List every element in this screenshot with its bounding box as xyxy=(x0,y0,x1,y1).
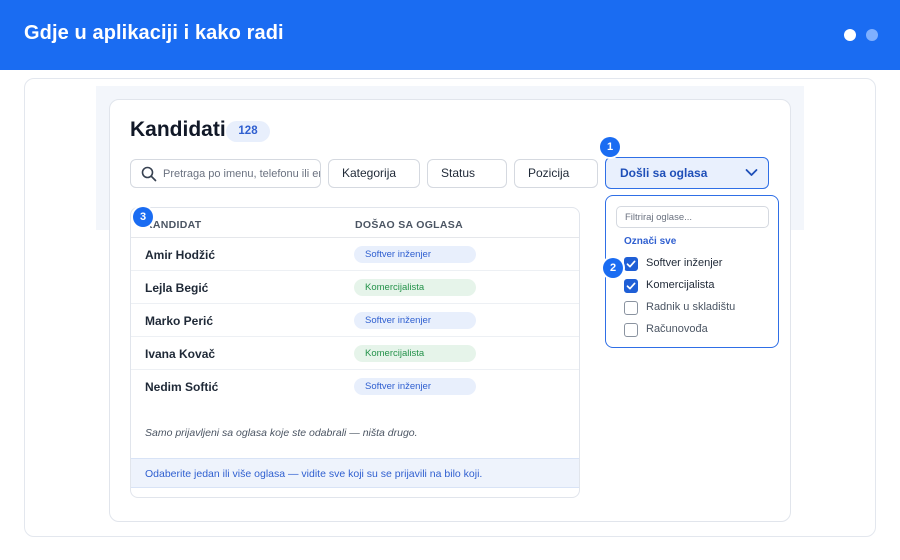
option-label: Radnik u skladištu xyxy=(646,301,736,313)
filter-dosli-sa-oglasa[interactable]: Došli sa oglasa xyxy=(605,157,769,189)
check-icon xyxy=(626,282,636,290)
ad-badge: Softver inženjer xyxy=(354,378,476,395)
page-title: Kandidati xyxy=(130,118,226,141)
candidate-name: Amir Hodžić xyxy=(145,248,216,262)
info-text: Odaberite jedan ili više oglasa — vidite… xyxy=(145,468,483,480)
table-row[interactable]: Amir Hodžić Softver inženjer xyxy=(131,238,579,271)
option-label: Računovođa xyxy=(646,323,708,335)
step-marker-2: 2 xyxy=(603,258,623,278)
candidate-name: Nedim Softić xyxy=(145,380,219,394)
carousel-dot[interactable] xyxy=(866,29,878,41)
table-row[interactable]: Nedim Softić Softver inženjer xyxy=(131,370,579,403)
top-banner: Gdje u aplikaciji i kako radi xyxy=(0,0,900,70)
filter-note: Samo prijavljeni sa oglasa koje ste odab… xyxy=(145,427,418,439)
filter-status[interactable]: Status xyxy=(427,159,507,188)
option-label: Komercijalista xyxy=(646,279,715,291)
ad-badge: Komercijalista xyxy=(354,345,476,362)
candidate-name: Ivana Kovač xyxy=(145,347,216,361)
info-banner: Odaberite jedan ili više oglasa — vidite… xyxy=(131,458,579,488)
table-row[interactable]: Marko Perić Softver inženjer xyxy=(131,304,579,337)
ad-badge: Softver inženjer xyxy=(354,246,476,263)
column-header-dosao-sa-oglasa: DOŠAO SA OGLASA xyxy=(355,219,463,231)
filter-kategorija[interactable]: Kategorija xyxy=(328,159,420,188)
search-input[interactable] xyxy=(163,160,320,187)
checkbox-unchecked[interactable] xyxy=(624,301,638,315)
ad-badge: Softver inženjer xyxy=(354,312,476,329)
chevron-down-icon xyxy=(745,169,758,176)
select-all-link[interactable]: Označi sve xyxy=(624,236,676,247)
candidate-name: Lejla Begić xyxy=(145,281,209,295)
ads-filter-input[interactable] xyxy=(617,207,768,228)
checkbox-checked[interactable] xyxy=(624,279,638,293)
ads-filter-field[interactable] xyxy=(616,206,769,228)
check-icon xyxy=(626,260,636,268)
ad-option-racunovodja[interactable]: Računovođa xyxy=(624,322,774,338)
checkbox-unchecked[interactable] xyxy=(624,323,638,337)
table-row[interactable]: Lejla Begić Komercijalista xyxy=(131,271,579,304)
carousel-dot-active[interactable] xyxy=(844,29,856,41)
step-marker-3: 3 xyxy=(133,207,153,227)
ad-option-softver-inzenjer[interactable]: Softver inženjer xyxy=(624,256,774,272)
checkbox-checked[interactable] xyxy=(624,257,638,271)
ad-option-radnik-u-skladistu[interactable]: Radnik u skladištu xyxy=(624,300,774,316)
step-marker-1: 1 xyxy=(600,137,620,157)
filter-pozicija[interactable]: Pozicija xyxy=(514,159,598,188)
table-row[interactable]: Ivana Kovač Komercijalista xyxy=(131,337,579,370)
ads-dropdown: Označi sve Softver inženjer Komercijalis… xyxy=(605,195,779,348)
search-field[interactable] xyxy=(130,159,321,188)
filter-dosli-label: Došli sa oglasa xyxy=(620,166,708,180)
ad-badge: Komercijalista xyxy=(354,279,476,296)
option-label: Softver inženjer xyxy=(646,257,723,269)
candidates-table: KANDIDAT DOŠAO SA OGLASA Amir Hodžić Sof… xyxy=(130,207,580,498)
search-icon xyxy=(141,166,157,182)
count-badge: 128 xyxy=(226,121,270,142)
candidate-name: Marko Perić xyxy=(145,314,214,328)
banner-title: Gdje u aplikaciji i kako radi xyxy=(24,22,284,44)
column-header-kandidat: KANDIDAT xyxy=(145,219,202,231)
ad-option-komercijalista[interactable]: Komercijalista xyxy=(624,278,774,294)
